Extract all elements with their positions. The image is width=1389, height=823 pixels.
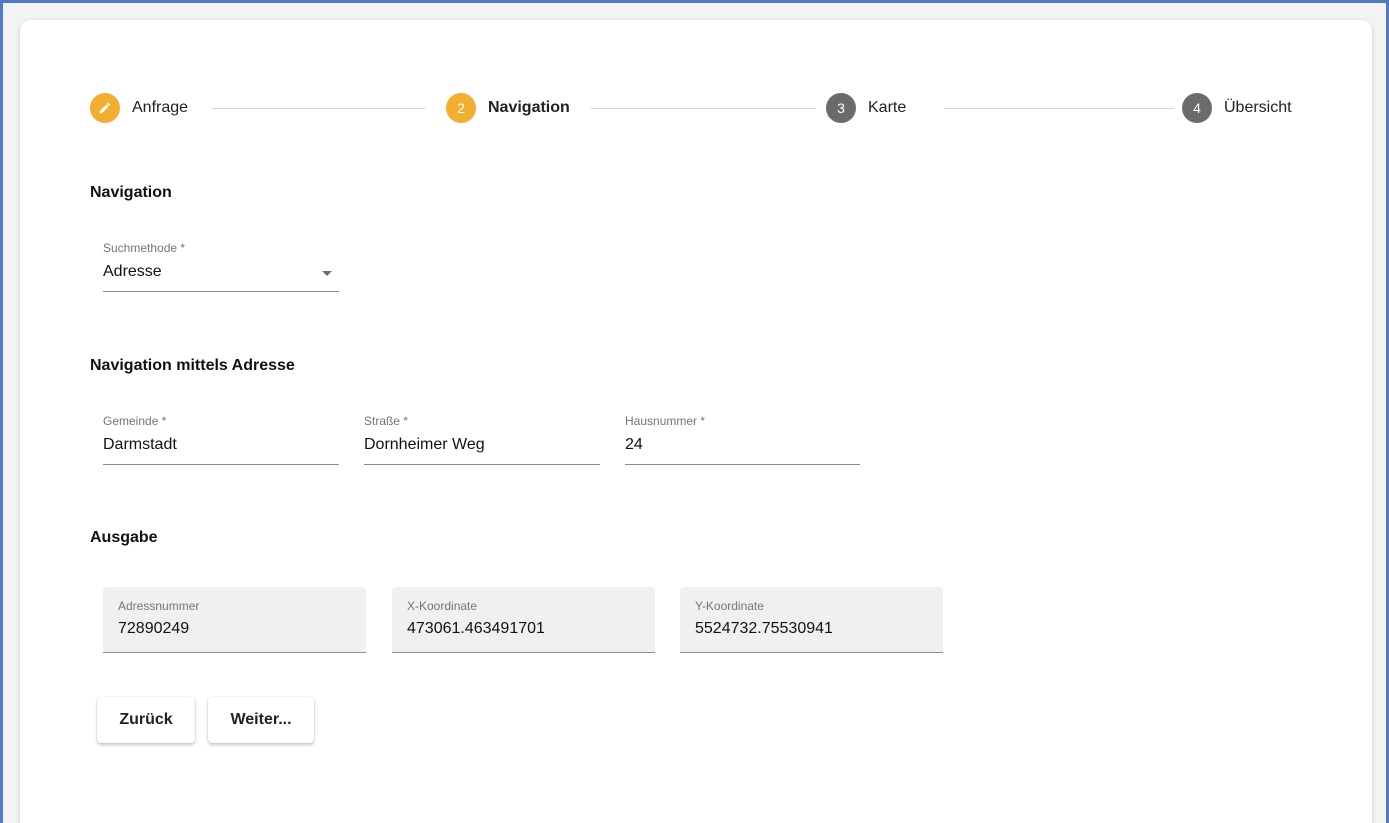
field-label: Suchmethode * xyxy=(103,241,186,255)
stepper-connector xyxy=(212,108,425,109)
form-card: Anfrage 2 Navigation 3 Karte 4 Übersicht… xyxy=(20,20,1372,823)
field-value: Darmstadt xyxy=(103,436,177,453)
pencil-icon xyxy=(90,93,120,123)
field-value: Adresse xyxy=(103,263,162,280)
back-button[interactable]: Zurück xyxy=(97,697,195,743)
field-label: Adressnummer xyxy=(118,599,200,613)
step-navigation[interactable]: 2 Navigation xyxy=(446,93,570,123)
stepper-connector xyxy=(591,108,816,109)
search-method-select[interactable]: Suchmethode * Adresse xyxy=(103,238,339,292)
field-underline xyxy=(103,464,339,465)
hausnummer-field[interactable]: Hausnummer * 24 xyxy=(625,411,860,465)
step-anfrage[interactable]: Anfrage xyxy=(90,93,188,123)
field-value: 72890249 xyxy=(118,620,190,637)
field-underline xyxy=(364,464,600,465)
step-karte[interactable]: 3 Karte xyxy=(826,93,906,123)
step-label: Übersicht xyxy=(1224,99,1292,116)
x-koordinate-field[interactable]: X-Koordinate 473061.463491701 xyxy=(392,587,655,653)
field-value: Dornheimer Weg xyxy=(364,436,485,453)
y-koordinate-field[interactable]: Y-Koordinate 5524732.75530941 xyxy=(680,587,943,653)
strasse-field[interactable]: Straße * Dornheimer Weg xyxy=(364,411,600,465)
field-value: 5524732.75530941 xyxy=(695,620,833,637)
field-underline xyxy=(625,464,860,465)
field-underline xyxy=(392,652,655,653)
adressnummer-field[interactable]: Adressnummer 72890249 xyxy=(103,587,366,653)
section-title-address: Navigation mittels Adresse xyxy=(90,357,295,374)
step-number: 4 xyxy=(1182,93,1212,123)
step-label: Anfrage xyxy=(132,99,189,116)
field-underline xyxy=(103,291,339,292)
field-value: 24 xyxy=(625,436,643,453)
field-value: 473061.463491701 xyxy=(407,620,545,637)
next-button[interactable]: Weiter... xyxy=(208,697,314,743)
step-number: 3 xyxy=(826,93,856,123)
step-uebersicht[interactable]: 4 Übersicht xyxy=(1182,93,1292,123)
field-label: Gemeinde * xyxy=(103,414,167,428)
field-underline xyxy=(680,652,943,653)
field-label: X-Koordinate xyxy=(407,599,478,613)
section-title-navigation: Navigation xyxy=(90,184,172,201)
step-label: Navigation xyxy=(488,99,570,116)
field-label: Hausnummer * xyxy=(625,414,706,428)
field-label: Y-Koordinate xyxy=(695,599,764,613)
section-title-output: Ausgabe xyxy=(90,529,158,546)
chevron-down-icon xyxy=(322,271,332,276)
field-label: Straße * xyxy=(364,414,409,428)
stepper-connector xyxy=(944,108,1174,109)
step-number: 2 xyxy=(446,93,476,123)
step-label: Karte xyxy=(868,99,907,116)
gemeinde-field[interactable]: Gemeinde * Darmstadt xyxy=(103,411,339,465)
field-underline xyxy=(103,652,366,653)
